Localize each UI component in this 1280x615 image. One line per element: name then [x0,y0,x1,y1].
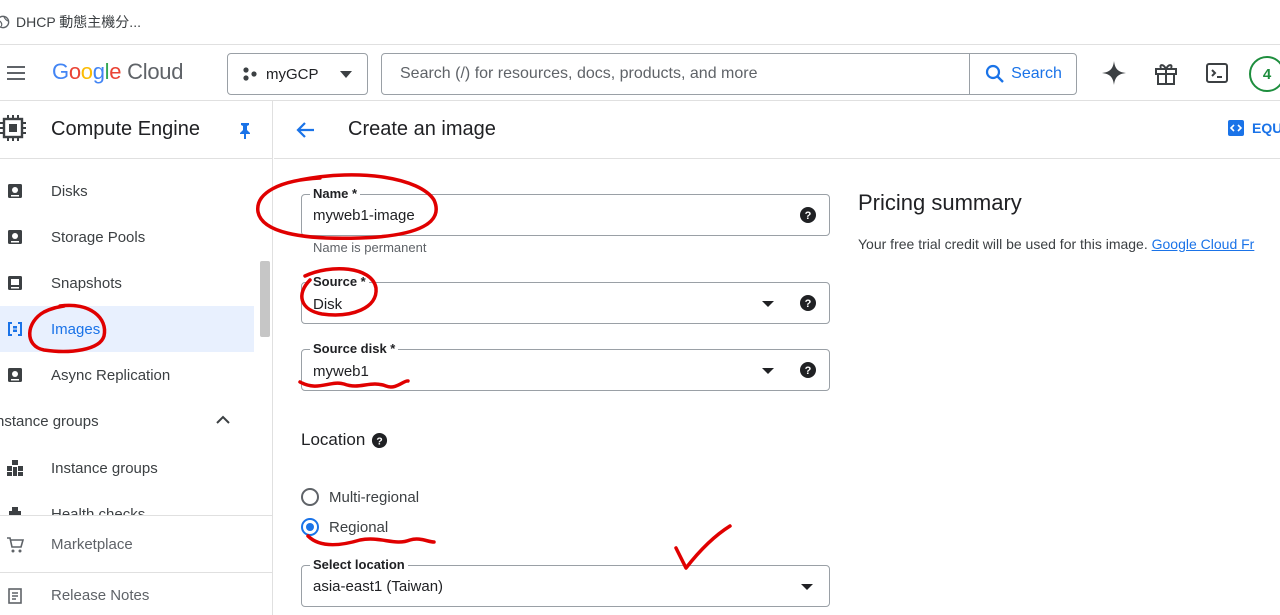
disk-icon [8,368,22,382]
top-app-bar: Google Cloud myGCP Search 4 [0,45,1280,101]
sidebar-item-async-replication[interactable]: Async Replication [0,352,254,398]
sidebar-item-marketplace[interactable]: Marketplace [0,522,272,568]
dropdown-arrow-icon [762,368,774,374]
search-icon [986,64,1004,83]
gift-icon[interactable] [1153,60,1179,86]
pricing-summary-text: Your free trial credit will be used for … [858,236,1255,252]
pricing-summary-title: Pricing summary [858,190,1022,215]
images-icon [8,322,22,336]
sidebar-item-snapshots[interactable]: Snapshots [0,260,254,306]
product-title: Compute Engine [51,118,200,140]
chevron-down-icon [340,71,352,78]
chevron-up-icon [216,415,230,424]
google-cloud-free-trial-link[interactable]: Google Cloud Fr [1152,236,1255,252]
sidebar-item-disks[interactable]: Disks [0,168,254,214]
code-icon [1228,120,1244,136]
svg-text:?: ? [805,210,812,222]
cart-icon [7,537,24,553]
annotation-underline-regional [306,534,436,547]
source-disk-field-label: Source disk * [310,341,399,356]
equivalent-code-button[interactable]: EQU [1228,120,1280,136]
project-name: myGCP [266,65,319,83]
select-location-value: asia-east1 (Taiwan) [313,578,444,595]
globe-icon [0,15,10,29]
disk-icon [8,184,22,198]
sidebar-scrollbar[interactable] [260,261,270,337]
compute-engine-chip-icon [0,115,26,141]
sidebar-group-instance-groups[interactable]: nstance groups [0,398,254,444]
pin-icon[interactable] [236,121,254,139]
svg-text:?: ? [377,436,383,447]
source-field-value: Disk [313,296,343,313]
select-location-label: Select location [310,557,408,572]
sidebar-item-release-notes[interactable]: Release Notes [0,572,272,615]
sidebar: Compute Engine Disks Storage Pools Snaps… [0,101,273,615]
instance-groups-icon [7,460,23,476]
sidebar-divider [0,158,272,159]
help-icon[interactable]: ? [799,206,817,224]
help-icon[interactable]: ? [371,432,388,449]
gemini-sparkle-icon[interactable] [1101,60,1127,86]
back-arrow-icon[interactable] [294,118,318,142]
page-header: Create an image EQU [274,101,1280,159]
source-disk-field-value: myweb1 [313,363,369,380]
annotation-checkmark [674,524,732,570]
select-location-dropdown[interactable]: Select location asia-east1 (Taiwan) [301,557,830,607]
name-field-value: myweb1-image [313,207,415,224]
location-section-title: Location ? [301,430,388,450]
svg-text:?: ? [805,298,812,310]
disk-icon [8,230,22,244]
search-button[interactable]: Search [969,54,1077,94]
name-field[interactable]: Name * myweb1-image ? [301,186,830,236]
page-title: Create an image [348,118,496,140]
sidebar-item-storage-pools[interactable]: Storage Pools [0,214,254,260]
source-field-label: Source * [310,274,369,289]
sidebar-bottom-section: Marketplace Release Notes [0,515,272,615]
sidebar-item-images[interactable]: Images [0,306,254,352]
browser-tab-bar: DHCP 動態主機分... [0,0,1280,45]
radio-button-checked[interactable] [301,518,319,536]
hamburger-menu-icon[interactable] [4,61,28,85]
notes-icon [8,588,22,604]
account-avatar[interactable]: 4 [1249,56,1280,92]
dropdown-arrow-icon [762,301,774,307]
radio-regional[interactable]: Regional [301,518,388,536]
radio-multi-regional[interactable]: Multi-regional [301,488,419,506]
search-bar: Search [381,53,1077,95]
snapshot-icon [8,276,22,290]
project-picker[interactable]: myGCP [227,53,368,95]
source-disk-select[interactable]: Source disk * myweb1 ? [301,341,830,391]
sidebar-item-instance-groups[interactable]: Instance groups [0,445,254,491]
svg-text:?: ? [805,365,812,377]
name-hint: Name is permanent [313,240,427,255]
cloud-shell-terminal-icon[interactable] [1204,60,1230,86]
radio-button[interactable] [301,488,319,506]
browser-tab-title[interactable]: DHCP 動態主機分... [16,12,141,32]
google-cloud-logo[interactable]: Google Cloud [52,59,183,85]
help-icon[interactable]: ? [799,361,817,379]
project-nodes-icon [243,67,257,81]
search-input[interactable] [382,54,968,94]
help-icon[interactable]: ? [799,294,817,312]
name-field-label: Name * [310,186,361,201]
dropdown-arrow-icon [801,584,813,590]
source-select[interactable]: Source * Disk ? [301,274,830,324]
